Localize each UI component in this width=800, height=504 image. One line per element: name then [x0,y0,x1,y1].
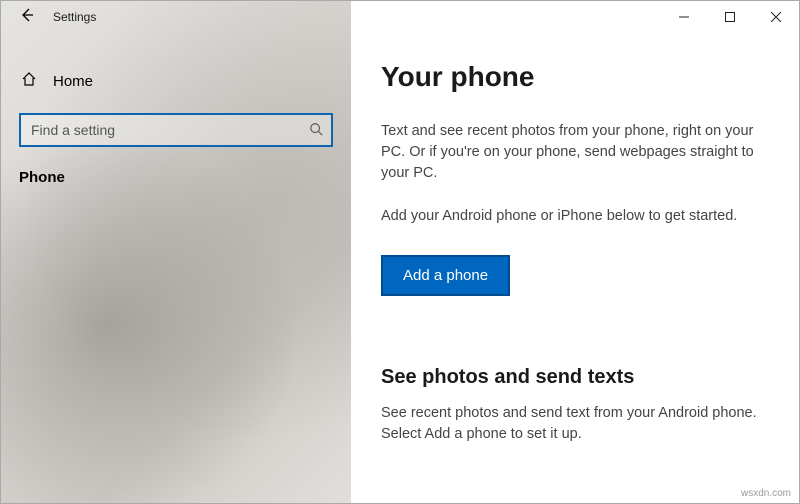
sidebar: Settings Home Phone [1,1,351,503]
settings-window: Settings Home Phone [0,0,800,504]
watermark: wsxdn.com [741,488,791,499]
section-title: See photos and send texts [381,366,769,389]
page-description-1: Text and see recent photos from your pho… [381,121,769,184]
back-arrow-icon [19,7,35,28]
search-box[interactable] [19,113,333,147]
window-controls [661,1,799,33]
sidebar-item-phone[interactable]: Phone [1,169,351,186]
section-description: See recent photos and send text from you… [381,403,769,445]
back-button[interactable] [7,1,47,33]
maximize-button[interactable] [707,1,753,33]
home-icon [19,71,39,92]
add-phone-button-label: Add a phone [403,267,488,284]
minimize-button[interactable] [661,1,707,33]
nav-home[interactable]: Home [1,61,351,101]
content-pane: Your phone Text and see recent photos fr… [351,1,799,503]
search-container [19,113,333,147]
sidebar-item-label: Phone [19,169,65,186]
nav-home-label: Home [53,73,93,90]
page-title: Your phone [381,61,769,93]
page-description-2: Add your Android phone or iPhone below t… [381,206,769,227]
window-title: Settings [47,10,96,24]
search-input[interactable] [29,121,309,139]
close-button[interactable] [753,1,799,33]
add-phone-button[interactable]: Add a phone [381,255,510,296]
search-icon [309,122,323,139]
titlebar: Settings [1,1,351,33]
